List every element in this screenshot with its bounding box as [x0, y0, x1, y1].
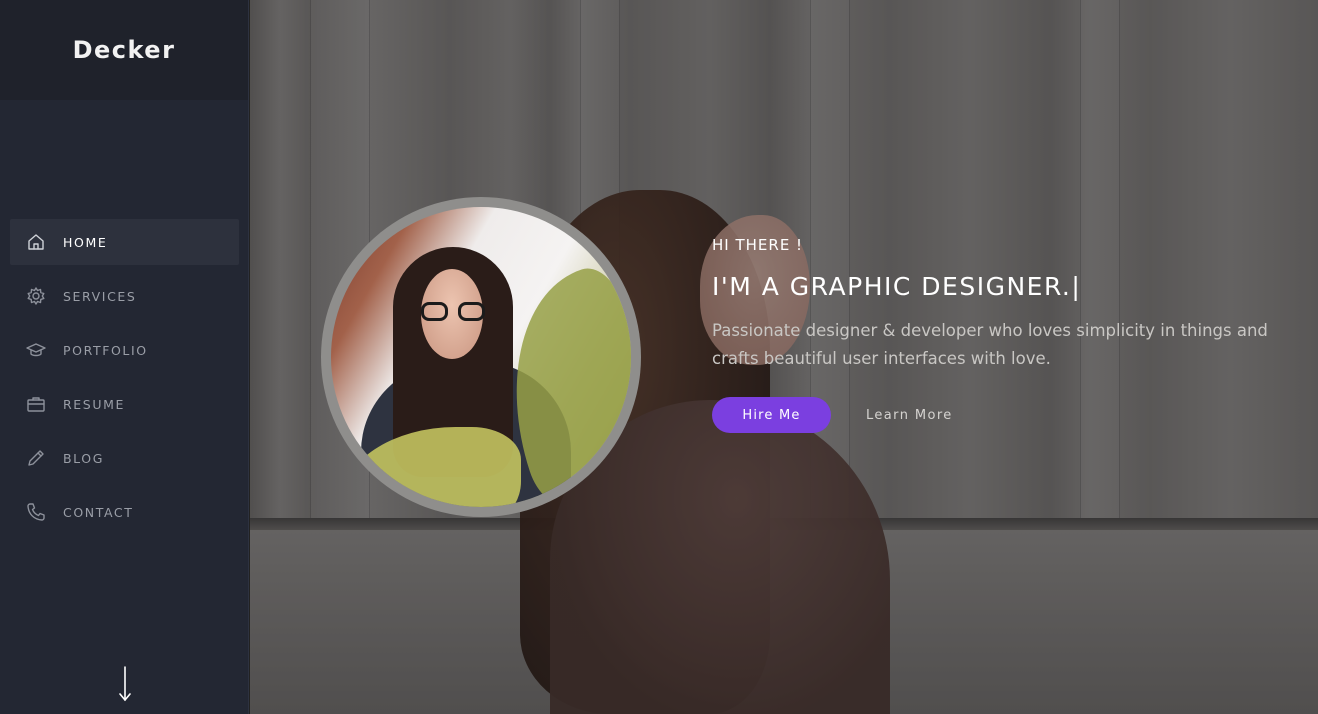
nav-label-blog: BLOG	[63, 450, 105, 466]
nav-item-contact[interactable]: CONTACT	[10, 489, 239, 535]
logo-bar: Decker	[0, 0, 248, 100]
nav-item-portfolio[interactable]: PORTFOLIO	[10, 327, 239, 373]
profile-photo-frame	[321, 197, 641, 517]
hero-actions: Hire Me Learn More	[712, 397, 1272, 433]
hero-text: HI THERE ! I'M A GRAPHIC DESIGNER.| Pass…	[712, 236, 1272, 433]
home-icon	[25, 231, 47, 253]
profile-photo-glasses	[421, 302, 485, 322]
arrow-down-icon	[119, 666, 131, 702]
main-nav: HOME SERVICES PORTFOLIO RESUME BLOG CONT…	[10, 219, 239, 543]
hero-headline-text: I'M A GRAPHIC DESIGNER.	[712, 272, 1072, 301]
hero-description: Passionate designer & developer who love…	[712, 321, 1268, 368]
nav-label-home: HOME	[63, 234, 108, 250]
nav-label-contact: CONTACT	[63, 504, 134, 520]
sidebar: Decker HOME SERVICES PORTFOLIO RESUME BL…	[0, 0, 249, 714]
hire-me-button[interactable]: Hire Me	[712, 397, 831, 433]
brand-logo[interactable]: Decker	[73, 36, 176, 64]
scroll-down-button[interactable]	[112, 664, 138, 704]
nav-label-resume: RESUME	[63, 396, 125, 412]
nav-item-blog[interactable]: BLOG	[10, 435, 239, 481]
hero-section: HI THERE ! I'M A GRAPHIC DESIGNER.| Pass…	[250, 0, 1318, 714]
nav-item-services[interactable]: SERVICES	[10, 273, 239, 319]
graduation-cap-icon	[25, 339, 47, 361]
learn-more-link[interactable]: Learn More	[866, 408, 953, 423]
briefcase-icon	[25, 393, 47, 415]
hero-greeting: HI THERE !	[712, 236, 804, 254]
nav-label-services: SERVICES	[63, 288, 137, 304]
profile-photo	[331, 207, 631, 507]
phone-icon	[25, 501, 47, 523]
typing-cursor: |	[1071, 272, 1082, 301]
gear-icon	[25, 285, 47, 307]
hero-headline: I'M A GRAPHIC DESIGNER.|	[712, 272, 1272, 301]
nav-label-portfolio: PORTFOLIO	[63, 342, 148, 358]
pencil-icon	[25, 447, 47, 469]
nav-item-resume[interactable]: RESUME	[10, 381, 239, 427]
nav-item-home[interactable]: HOME	[10, 219, 239, 265]
